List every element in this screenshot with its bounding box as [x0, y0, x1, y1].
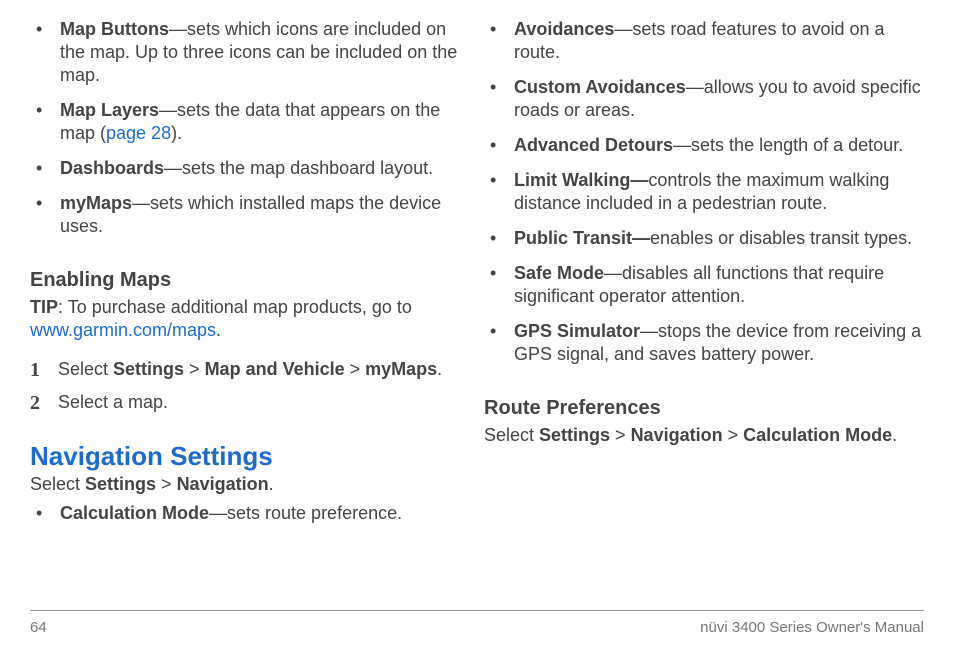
left-column: Map Buttons—sets which icons are include…: [30, 18, 470, 602]
select-b2: Navigation: [177, 474, 269, 494]
select-m1: >: [156, 474, 177, 494]
select-b1: Settings: [539, 425, 610, 445]
heading-navigation-settings: Navigation Settings: [30, 440, 470, 473]
tip-link[interactable]: www.garmin.com/maps: [30, 320, 216, 340]
term: Public Transit—: [514, 228, 650, 248]
term: Map Layers: [60, 100, 159, 120]
manual-title: nüvi 3400 Series Owner's Manual: [700, 619, 924, 636]
term: Avoidances: [514, 19, 614, 39]
tip-body-before: : To purchase additional map products, g…: [58, 297, 412, 317]
term: Safe Mode: [514, 263, 604, 283]
page-link[interactable]: page 28: [106, 123, 171, 143]
term: Calculation Mode: [60, 503, 209, 523]
term: Map Buttons: [60, 19, 169, 39]
list-item: Limit Walking—controls the maximum walki…: [484, 169, 924, 215]
tip-paragraph: TIP: To purchase additional map products…: [30, 296, 470, 342]
term: Dashboards: [60, 158, 164, 178]
step-plain: Select a map.: [58, 392, 168, 412]
step-item: Select a map.: [30, 391, 470, 414]
subheading-enabling-maps: Enabling Maps: [30, 268, 470, 294]
subheading-route-preferences: Route Preferences: [484, 396, 924, 422]
tip-body-after: .: [216, 320, 221, 340]
step-b2: Map and Vehicle: [205, 359, 345, 379]
list-item: Map Layers—sets the data that appears on…: [30, 99, 470, 145]
list-item: Map Buttons—sets which icons are include…: [30, 18, 470, 87]
left-bullets-2: Calculation Mode—sets route preference.: [30, 502, 470, 537]
list-item: Dashboards—sets the map dashboard layout…: [30, 157, 470, 180]
select-post: .: [892, 425, 897, 445]
term: Advanced Detours: [514, 135, 673, 155]
desc: —sets the map dashboard layout.: [164, 158, 433, 178]
step-item: Select Settings > Map and Vehicle > myMa…: [30, 358, 470, 381]
page-number: 64: [30, 619, 47, 636]
tip-label: TIP: [30, 297, 58, 317]
term: Limit Walking—: [514, 170, 648, 190]
desc: —sets the length of a detour.: [673, 135, 903, 155]
list-item: myMaps—sets which installed maps the dev…: [30, 192, 470, 238]
list-item: GPS Simulator—stops the device from rece…: [484, 320, 924, 366]
select-post: .: [269, 474, 274, 494]
desc-after: ).: [171, 123, 182, 143]
select-b2: Navigation: [631, 425, 723, 445]
step-post: .: [437, 359, 442, 379]
term: Custom Avoidances: [514, 77, 686, 97]
right-column: Avoidances—sets road features to avoid o…: [484, 18, 924, 602]
select-line: Select Settings > Navigation > Calculati…: [484, 424, 924, 447]
footer-line: 64 nüvi 3400 Series Owner's Manual: [30, 610, 924, 636]
list-item: Safe Mode—disables all functions that re…: [484, 262, 924, 308]
select-line: Select Settings > Navigation.: [30, 473, 470, 496]
select-m2: >: [723, 425, 744, 445]
page-footer: 64 nüvi 3400 Series Owner's Manual: [0, 610, 954, 636]
desc: —sets route preference.: [209, 503, 402, 523]
list-item: Advanced Detours—sets the length of a de…: [484, 134, 924, 157]
enabling-maps-steps: Select Settings > Map and Vehicle > myMa…: [30, 358, 470, 424]
step-pre: Select: [58, 359, 113, 379]
page-body: Map Buttons—sets which icons are include…: [0, 0, 954, 610]
term: GPS Simulator: [514, 321, 640, 341]
list-item: Public Transit—enables or disables trans…: [484, 227, 924, 250]
list-item: Calculation Mode—sets route preference.: [30, 502, 470, 525]
right-bullets: Avoidances—sets road features to avoid o…: [484, 18, 924, 378]
left-bullets-1: Map Buttons—sets which icons are include…: [30, 18, 470, 250]
list-item: Custom Avoidances—allows you to avoid sp…: [484, 76, 924, 122]
select-b3: Calculation Mode: [743, 425, 892, 445]
select-b1: Settings: [85, 474, 156, 494]
desc: enables or disables transit types.: [650, 228, 912, 248]
list-item: Avoidances—sets road features to avoid o…: [484, 18, 924, 64]
step-m2: >: [345, 359, 366, 379]
step-b1: Settings: [113, 359, 184, 379]
select-pre: Select: [484, 425, 539, 445]
term: myMaps: [60, 193, 132, 213]
select-pre: Select: [30, 474, 85, 494]
step-m1: >: [184, 359, 205, 379]
step-b3: myMaps: [365, 359, 437, 379]
select-m1: >: [610, 425, 631, 445]
